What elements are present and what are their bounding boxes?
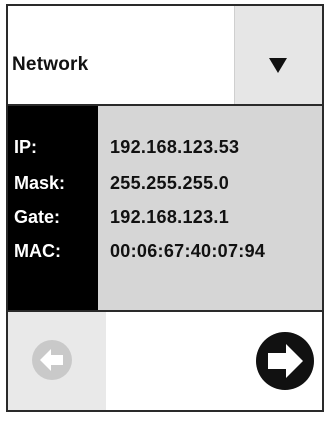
mac-value: 00:06:67:40:07:94 xyxy=(110,241,266,261)
next-button[interactable] xyxy=(254,330,316,392)
navigation-bar xyxy=(8,312,322,410)
network-info-panel: IP: Mask: Gate: MAC: 192.168.123.53 255.… xyxy=(8,106,322,310)
info-label-column: IP: Mask: Gate: MAC: xyxy=(8,106,98,310)
arrow-left-icon xyxy=(32,340,72,380)
back-button[interactable] xyxy=(8,312,106,410)
mac-label: MAC: xyxy=(14,241,61,261)
mask-value: 255.255.255.0 xyxy=(110,173,230,193)
ip-label: IP: xyxy=(14,137,38,157)
dropdown-selected-label: Network xyxy=(12,54,89,75)
gate-label: Gate: xyxy=(14,207,61,227)
triangle-down-icon xyxy=(269,58,287,73)
arrow-right-icon xyxy=(256,332,314,390)
ip-value: 192.168.123.53 xyxy=(110,137,240,157)
network-info-screen: Network IP: Mask: Gate: MAC: 192.168.123… xyxy=(6,4,324,412)
gate-value: 192.168.123.1 xyxy=(110,207,230,227)
dropdown-toggle-button[interactable] xyxy=(234,6,322,104)
network-dropdown[interactable]: Network xyxy=(8,6,322,104)
info-value-column: 192.168.123.53 255.255.255.0 192.168.123… xyxy=(98,106,322,310)
mask-label: Mask: xyxy=(14,173,66,193)
